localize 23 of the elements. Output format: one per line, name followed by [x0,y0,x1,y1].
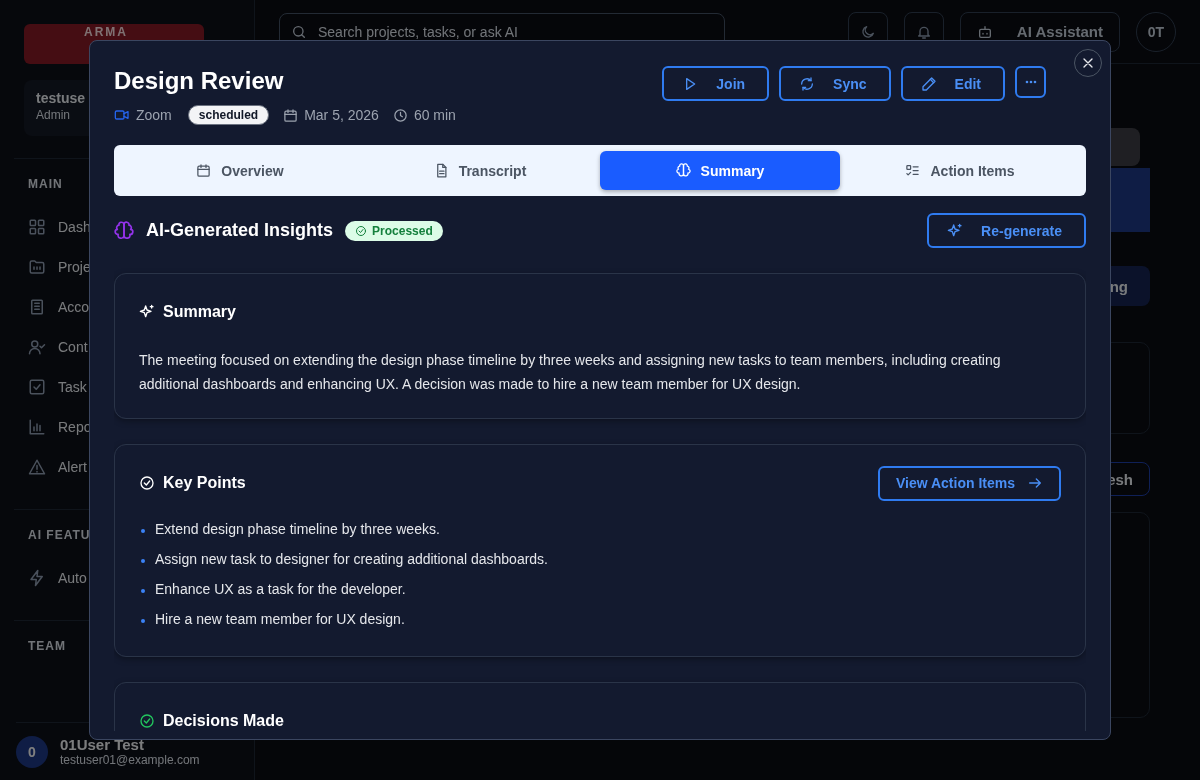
user-email: testuser01@example.com [60,753,200,767]
key-point: Extend design phase timeline by three weeks. [155,521,440,537]
user-name: testuse [36,90,86,106]
user-name: 01User Test [60,736,145,753]
status-badge: scheduled [187,105,270,125]
section-label: AI FEATU [28,528,91,544]
card-title: Decisions Made [163,711,284,730]
section-label: TEAM [28,639,66,655]
user-role: Admin [36,108,70,122]
section-title: AI-Generated Insights [146,220,334,241]
card-title: Summary [163,303,236,321]
card-title: Key Points [163,474,246,492]
key-point: Enhance UX as a task for the developer. [155,581,406,597]
platform-label: Zoom [136,107,172,123]
key-point: Assign new task to designer for creating additional dashboards. [155,551,548,567]
meeting-duration: 60 min [413,107,456,123]
meeting-title: Design Review [114,66,285,96]
processed-badge: Processed [345,220,443,241]
meeting-date: Mar 5, 2026 [304,107,379,123]
key-point: Hire a new team member for UX design. [155,611,405,627]
avatar: 0 [16,735,48,768]
section-label: MAIN [28,177,63,193]
summary-text: The meeting focused on extending the design phase timeline by three weeks and assigning new tasks to team members, including creating additional dashboards and enhancing UX. A decision was made to hire a new team member for UX design. [139,351,1002,394]
